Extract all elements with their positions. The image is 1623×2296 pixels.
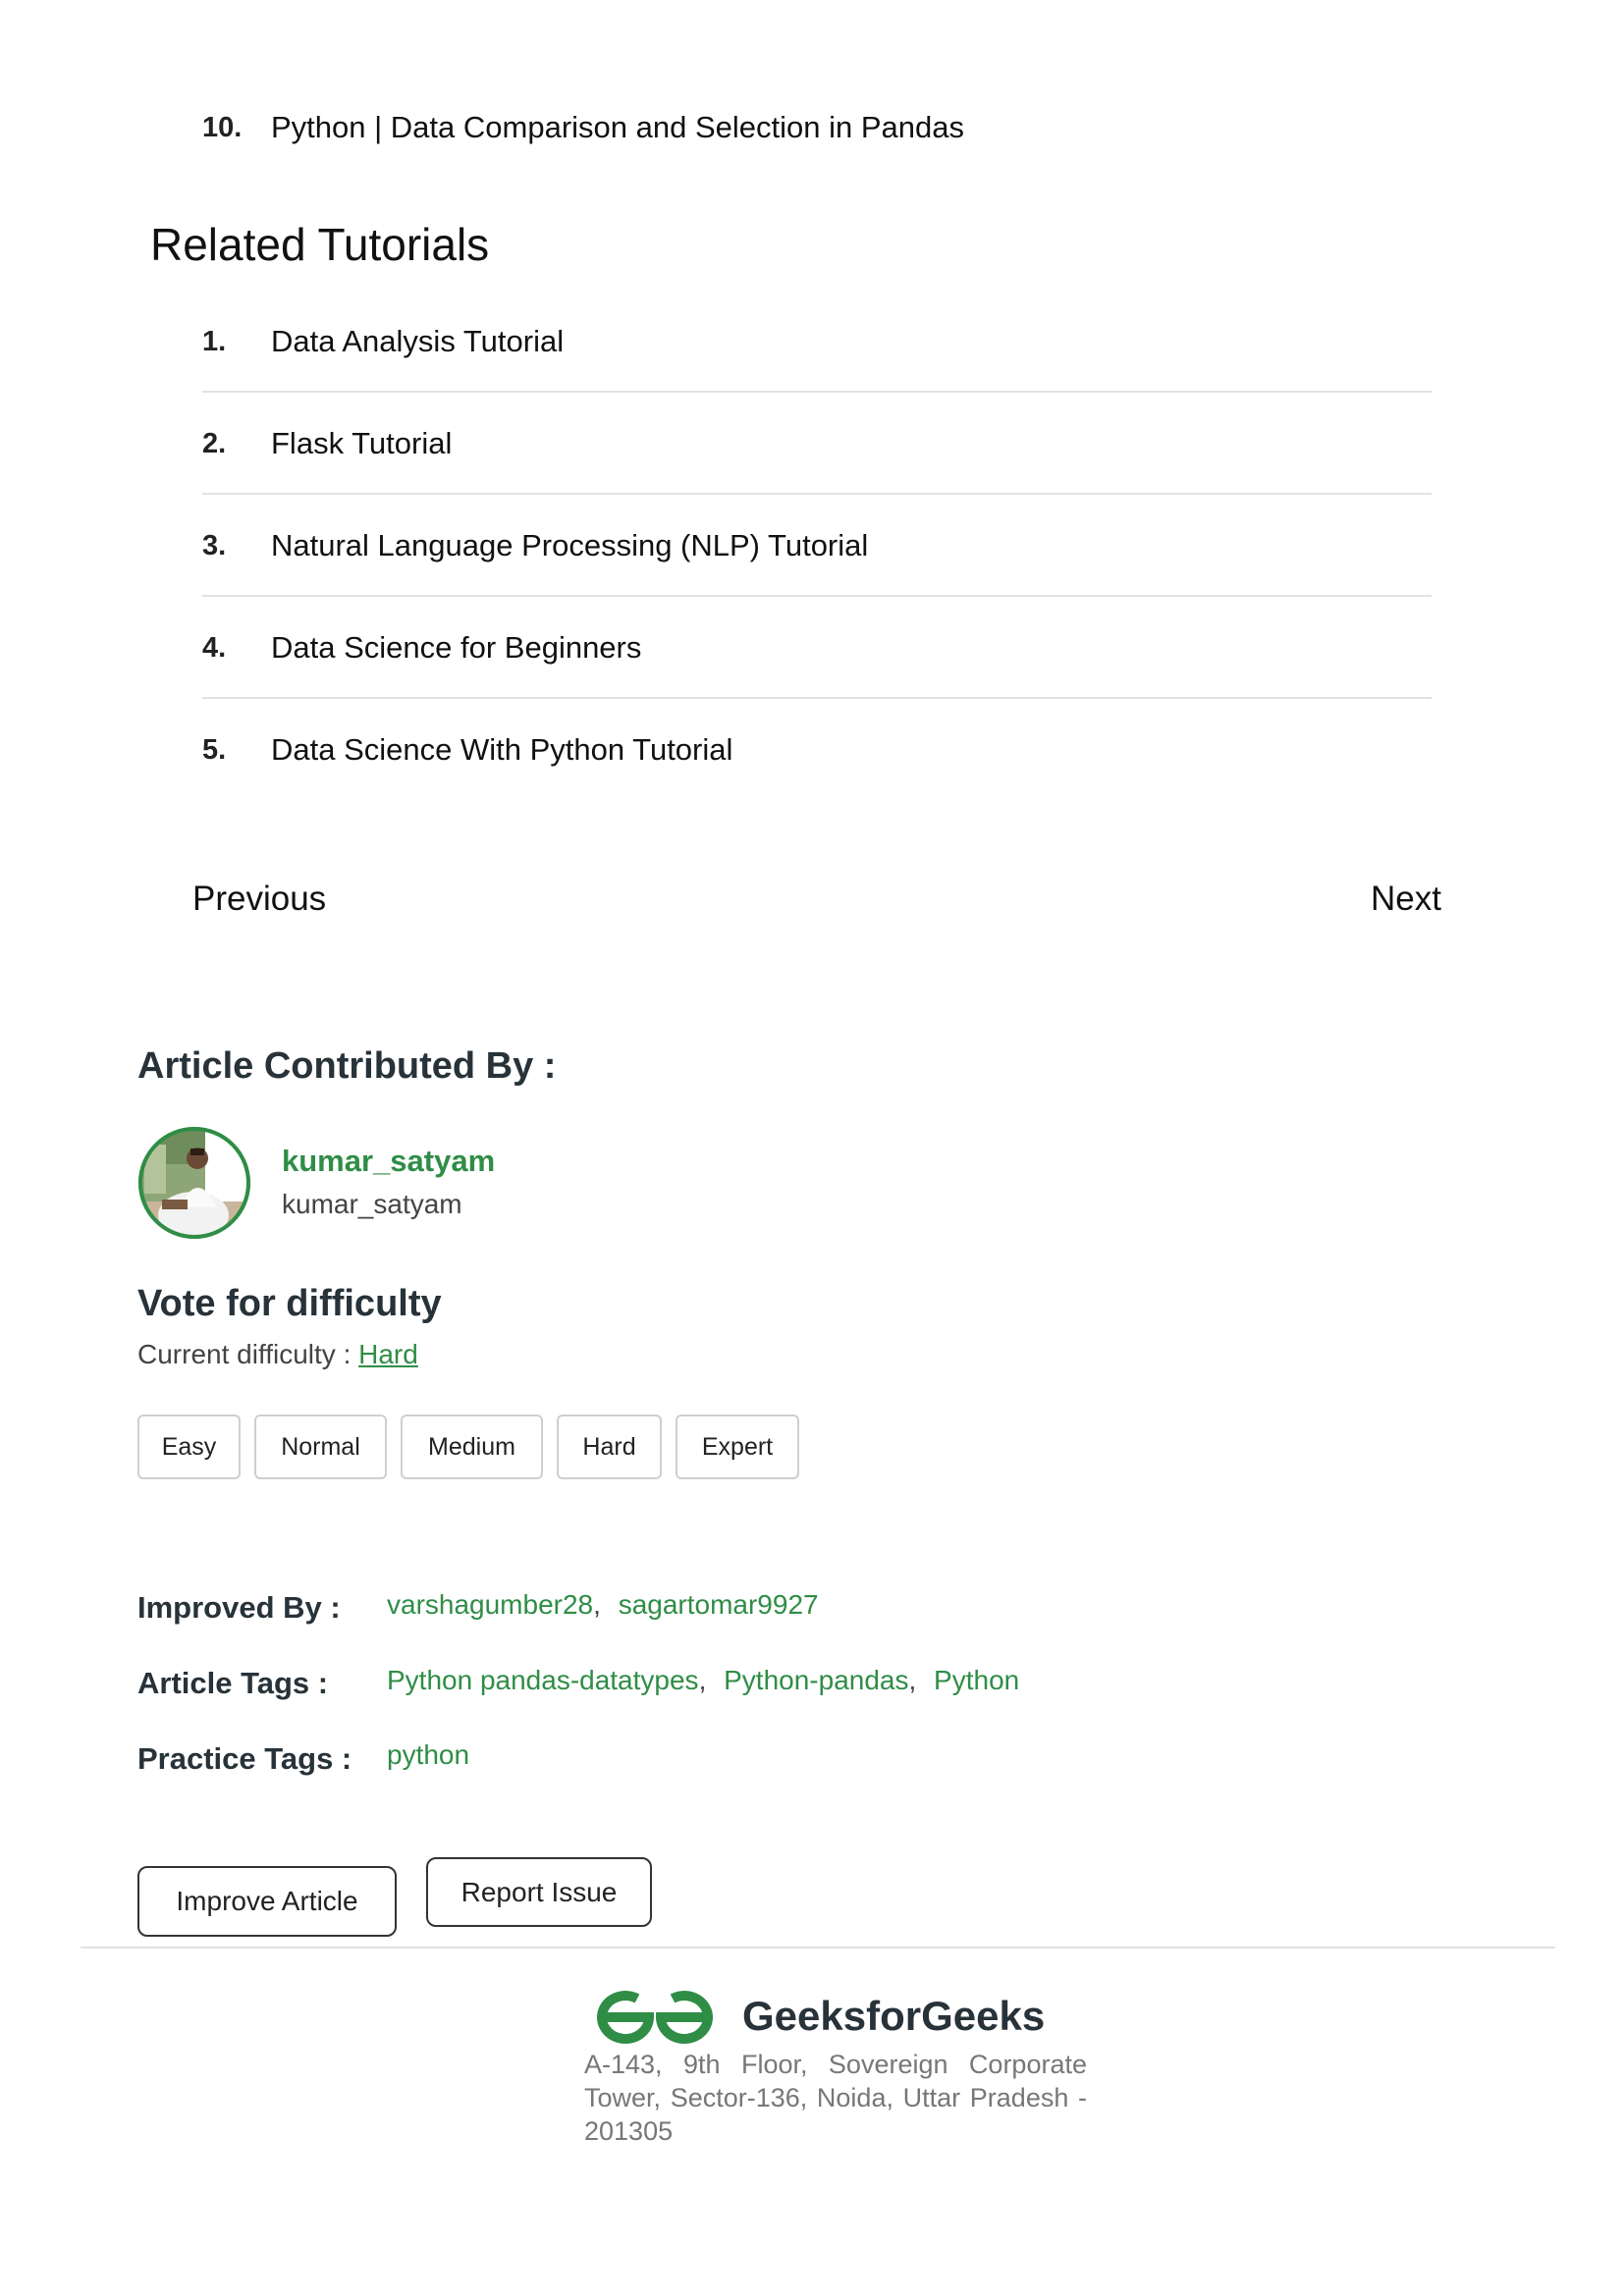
report-issue-button[interactable]: Report Issue <box>426 1857 652 1927</box>
difficulty-hard-button[interactable]: Hard <box>557 1415 662 1479</box>
current-difficulty-link[interactable]: Hard <box>358 1339 418 1369</box>
related-link-data-science-beginners[interactable]: Data Science for Beginners <box>271 630 641 666</box>
avatar[interactable] <box>136 1125 252 1241</box>
related-link-data-science-python[interactable]: Data Science With Python Tutorial <box>271 732 732 768</box>
current-difficulty-label: Current difficulty : <box>137 1339 352 1369</box>
contributor-heading: Article Contributed By : <box>137 1045 557 1087</box>
related-link-data-analysis[interactable]: Data Analysis Tutorial <box>271 324 564 359</box>
related-tutorials-title: Related Tutorials <box>150 219 490 270</box>
improver-link[interactable]: varshagumber28 <box>387 1589 593 1620</box>
improve-article-button[interactable]: Improve Article <box>137 1866 397 1937</box>
divider <box>202 697 1432 699</box>
list-item-number: 4. <box>202 632 227 664</box>
list-item-link[interactable]: Python | Data Comparison and Selection i… <box>271 110 964 145</box>
article-tag-link[interactable]: Python-pandas <box>724 1665 908 1695</box>
article-tags-list: Python pandas-datatypes, Python-pandas, … <box>387 1665 1019 1696</box>
list-item-number: 3. <box>202 530 227 561</box>
related-link-flask[interactable]: Flask Tutorial <box>271 426 452 461</box>
practice-tags-label: Practice Tags : <box>137 1741 352 1776</box>
difficulty-expert-button[interactable]: Expert <box>676 1415 799 1479</box>
improver-link[interactable]: sagartomar9927 <box>619 1589 819 1620</box>
improved-by-label: Improved By : <box>137 1590 341 1625</box>
related-link-nlp[interactable]: Natural Language Processing (NLP) Tutori… <box>271 528 868 563</box>
list-item-number: 5. <box>202 734 227 766</box>
divider <box>202 493 1432 495</box>
article-tag-link[interactable]: Python pandas-datatypes <box>387 1665 699 1695</box>
divider <box>202 391 1432 393</box>
list-item-number: 2. <box>202 428 227 459</box>
contributor-name-link[interactable]: kumar_satyam <box>282 1144 495 1179</box>
divider <box>202 595 1432 597</box>
separator: , <box>698 1665 707 1695</box>
article-tags-label: Article Tags : <box>137 1666 329 1700</box>
list-item-number: 10. <box>202 112 243 143</box>
current-difficulty: Current difficulty : Hard <box>137 1339 418 1370</box>
article-tag-link[interactable]: Python <box>934 1665 1019 1695</box>
difficulty-medium-button[interactable]: Medium <box>401 1415 543 1479</box>
geeksforgeeks-logo-icon[interactable] <box>594 1985 716 2046</box>
footer-brand: GeeksforGeeks <box>742 1993 1046 2039</box>
contributor-handle: kumar_satyam <box>282 1189 462 1219</box>
difficulty-normal-button[interactable]: Normal <box>254 1415 387 1479</box>
practice-tags-list: python <box>387 1739 469 1771</box>
improved-by-list: varshagumber28, sagartomar9927 <box>387 1589 819 1621</box>
footer-address: A-143, 9th Floor, Sovereign Corporate To… <box>584 2050 1087 2146</box>
practice-tag-link[interactable]: python <box>387 1739 469 1770</box>
list-item-number: 1. <box>202 326 227 357</box>
difficulty-heading: Vote for difficulty <box>137 1283 442 1324</box>
difficulty-easy-button[interactable]: Easy <box>137 1415 241 1479</box>
separator: , <box>593 1589 601 1620</box>
footer-divider <box>81 1947 1555 1949</box>
previous-link[interactable]: Previous <box>192 880 326 919</box>
separator: , <box>908 1665 917 1695</box>
next-link[interactable]: Next <box>1371 880 1441 919</box>
